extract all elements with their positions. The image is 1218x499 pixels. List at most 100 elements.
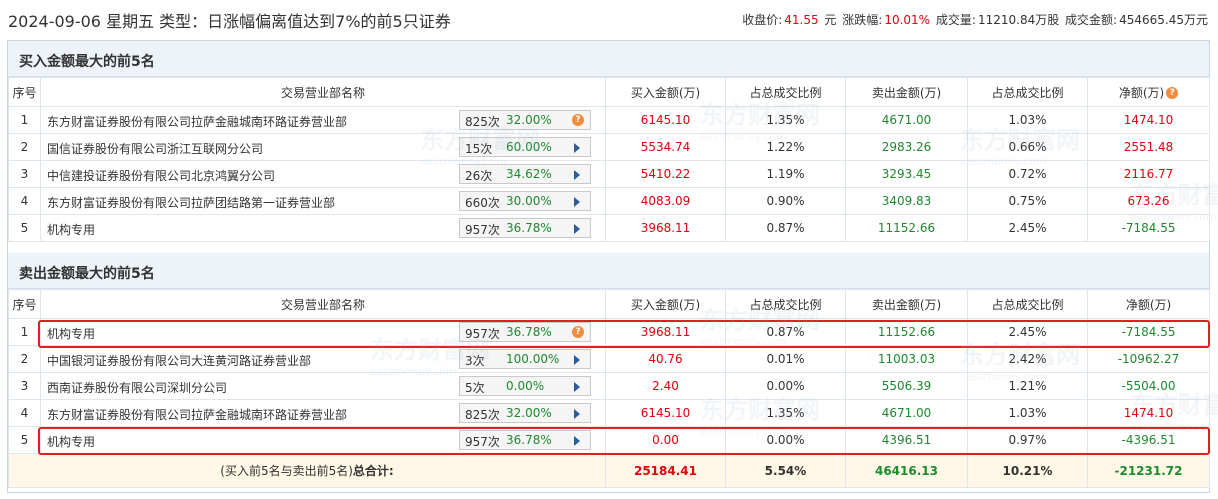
row-sell: 2983.26	[845, 133, 968, 161]
play-arrow-icon[interactable]	[574, 409, 580, 419]
row-buy: 5410.22	[605, 160, 726, 188]
broker-name-link[interactable]: 东方财富证券股份有限公司拉萨金融城南环路证券营业部	[47, 113, 347, 130]
amount-label: 成交金额:	[1065, 13, 1118, 27]
buy-table-header: 序号 交易营业部名称 买入金额(万) 占总成交比例 卖出金额(万) 占总成交比例…	[8, 77, 1210, 107]
row-sell: 3293.45	[845, 160, 968, 188]
broker-stats-badge[interactable]: 26次 34.62%	[459, 164, 591, 184]
row-buy-ratio: 1.35%	[725, 106, 846, 134]
broker-win-rate: 0.00%	[506, 379, 545, 393]
col-net-label: 净额(万)	[1118, 85, 1165, 100]
col-sell-ratio: 占总成交比例	[967, 289, 1088, 319]
sell-table: 序号 交易营业部名称 买入金额(万) 占总成交比例 卖出金额(万) 占总成交比例…	[8, 289, 1210, 488]
col-name: 交易营业部名称	[40, 289, 606, 319]
row-buy-ratio: 1.35%	[725, 399, 846, 427]
sell-section-header: 卖出金额最大的前5名	[8, 253, 1209, 289]
row-buy: 2.40	[605, 372, 726, 400]
broker-name-link[interactable]: 中国银河证券股份有限公司大连黄河路证券营业部	[47, 352, 311, 369]
broker-win-rate: 34.62%	[506, 167, 552, 181]
broker-name-link[interactable]: 西南证券股份有限公司深圳分公司	[47, 379, 227, 396]
row-name-cell: 中信建投证券股份有限公司北京鸿翼分公司 26次 34.62%	[40, 160, 606, 188]
row-sell-ratio: 1.03%	[967, 399, 1088, 427]
row-sell: 3409.83	[845, 187, 968, 215]
row-name-cell: 东方财富证券股份有限公司拉萨金融城南环路证券营业部 825次 32.00%	[40, 399, 606, 427]
broker-stats-badge[interactable]: 957次 36.78%	[459, 218, 591, 238]
close-label: 收盘价:	[742, 13, 783, 27]
col-buy-ratio: 占总成交比例	[725, 77, 846, 107]
col-name: 交易营业部名称	[40, 77, 606, 107]
broker-name-link[interactable]: 东方财富证券股份有限公司拉萨金融城南环路证券营业部	[47, 406, 347, 423]
volume-label: 成交量:	[935, 13, 976, 27]
play-arrow-icon[interactable]	[574, 382, 580, 392]
broker-name-link[interactable]: 中信建投证券股份有限公司北京鸿翼分公司	[47, 167, 275, 184]
col-net: 净额(万)?	[1087, 77, 1210, 107]
total-label-bold: 总合计:	[352, 464, 394, 478]
buy-table-body: 1 东方财富证券股份有限公司拉萨金融城南环路证券营业部 825次 32.00%? 614…	[8, 106, 1210, 242]
row-sell: 4671.00	[845, 399, 968, 427]
broker-stats-badge[interactable]: 825次 32.00%?	[459, 110, 591, 130]
play-arrow-icon[interactable]	[574, 143, 580, 153]
row-net: -5504.00	[1087, 372, 1210, 400]
close-value: 41.55	[784, 13, 819, 27]
row-sell: 11152.66	[845, 214, 968, 242]
row-seq: 2	[8, 345, 41, 373]
total-net: -21231.72	[1087, 453, 1210, 488]
broker-count: 5次	[465, 381, 485, 395]
row-buy: 4083.09	[605, 187, 726, 215]
row-name-cell: 中国银河证券股份有限公司大连黄河路证券营业部 3次 100.00%	[40, 345, 606, 373]
row-seq: 5	[8, 214, 41, 242]
play-arrow-icon[interactable]	[574, 197, 580, 207]
play-arrow-icon[interactable]	[574, 170, 580, 180]
row-name-cell: 国信证券股份有限公司浙江互联网分公司 15次 60.00%	[40, 133, 606, 161]
row-sell-ratio: 1.21%	[967, 372, 1088, 400]
row-name-cell: 东方财富证券股份有限公司拉萨团结路第一证券营业部 660次 30.00%	[40, 187, 606, 215]
table-row: 5 机构专用 957次 36.78% 3968.11 0.87% 11152.66 2.45%…	[8, 214, 1210, 242]
table-row: 3 中信建投证券股份有限公司北京鸿翼分公司 26次 34.62% 5410.22 1.19…	[8, 160, 1210, 188]
buy-table: 序号 交易营业部名称 买入金额(万) 占总成交比例 卖出金额(万) 占总成交比例…	[8, 77, 1210, 242]
row-sell-ratio: 2.42%	[967, 345, 1088, 373]
row-buy-ratio: 0.87%	[725, 214, 846, 242]
row-seq: 1	[8, 106, 41, 134]
broker-count: 3次	[465, 354, 485, 368]
row-net: -10962.27	[1087, 345, 1210, 373]
col-sell: 卖出金额(万)	[845, 289, 968, 319]
sell-table-header: 序号 交易营业部名称 买入金额(万) 占总成交比例 卖出金额(万) 占总成交比例…	[8, 289, 1210, 319]
row-buy: 6145.10	[605, 399, 726, 427]
volume-value: 11210.84万股	[977, 13, 1060, 27]
broker-count: 15次	[465, 142, 493, 156]
col-sell-ratio: 占总成交比例	[967, 77, 1088, 107]
row-buy: 6145.10	[605, 106, 726, 134]
broker-stats-badge[interactable]: 15次 60.00%	[459, 137, 591, 157]
highlight-box	[38, 320, 1210, 348]
table-row: 2 中国银河证券股份有限公司大连黄河路证券营业部 3次 100.00% 40.76 0.0…	[8, 345, 1210, 373]
broker-win-rate: 32.00%	[506, 113, 552, 127]
broker-stats-badge[interactable]: 5次 0.00%	[459, 376, 591, 396]
col-buy: 买入金额(万)	[605, 77, 726, 107]
buy-section-title: 买入金额最大的前5名	[19, 54, 155, 70]
row-seq: 1	[8, 318, 41, 346]
question-icon[interactable]: ?	[572, 114, 584, 126]
row-seq: 4	[8, 187, 41, 215]
broker-count: 26次	[465, 169, 493, 183]
row-net: 2116.77	[1087, 160, 1210, 188]
total-row: (买入前5名与卖出前5名)总合计: 25184.41 5.54% 46416.1…	[8, 453, 1210, 488]
broker-stats-badge[interactable]: 3次 100.00%	[459, 349, 591, 369]
total-buy-ratio: 5.54%	[725, 453, 846, 488]
row-buy: 3968.11	[605, 214, 726, 242]
play-arrow-icon[interactable]	[574, 355, 580, 365]
change-label: 涨跌幅:	[842, 13, 883, 27]
row-sell-ratio: 1.03%	[967, 106, 1088, 134]
question-icon[interactable]: ?	[1166, 86, 1179, 99]
row-buy-ratio: 1.19%	[725, 160, 846, 188]
broker-name-link[interactable]: 东方财富证券股份有限公司拉萨团结路第一证券营业部	[47, 194, 335, 211]
broker-stats-badge[interactable]: 660次 30.00%	[459, 191, 591, 211]
play-arrow-icon[interactable]	[574, 224, 580, 234]
broker-name-link[interactable]: 机构专用	[47, 221, 95, 238]
amount-value: 454665.45万元	[1119, 13, 1208, 27]
top-bar: 2024-09-06 星期五 类型：日涨幅偏离值达到7%的前5只证券 收盘价: 4…	[0, 0, 1218, 38]
broker-win-rate: 100.00%	[506, 352, 560, 366]
total-label-prefix: (买入前5名与卖出前5名)	[220, 464, 353, 478]
row-buy-ratio: 0.90%	[725, 187, 846, 215]
total-sell-ratio: 10.21%	[967, 453, 1088, 488]
broker-stats-badge[interactable]: 825次 32.00%	[459, 403, 591, 423]
broker-name-link[interactable]: 国信证券股份有限公司浙江互联网分公司	[47, 140, 263, 157]
